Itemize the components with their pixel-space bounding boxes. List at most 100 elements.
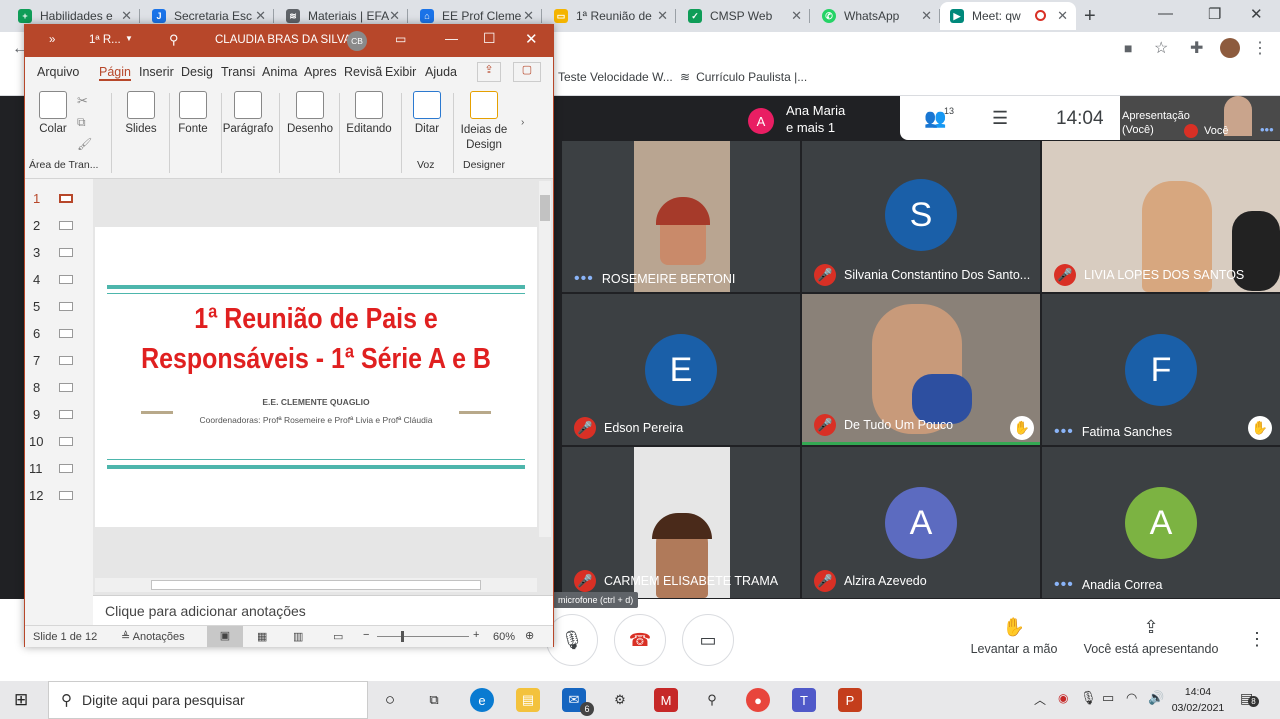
wifi-icon[interactable]: ◠ [1126,690,1137,706]
close-icon[interactable]: ✕ [525,30,538,48]
tray-chevron-icon[interactable]: ︿ [1034,691,1046,708]
more-dots-icon[interactable]: ••• [1260,122,1274,137]
mail-icon[interactable]: ✉ 6 [562,688,594,716]
tab-exibir[interactable]: Exibir [385,65,416,79]
slide-thumb-5[interactable] [59,302,73,311]
more-options-icon[interactable]: ⋮ [1248,629,1266,650]
bookmark-velocidade[interactable]: Teste Velocidade W... [558,70,673,84]
presenting-button[interactable]: ⇪ Você está apresentando [1078,617,1224,656]
notes-toggle[interactable]: ≜ Anotações [121,630,185,643]
edge-icon[interactable]: e [470,688,494,712]
dictate-button[interactable]: Ditar [407,91,447,135]
slideshow-icon[interactable]: ▭ [333,630,343,643]
tab-reuniao[interactable]: ▭ 1ª Reunião de ✕ [544,2,676,30]
tab-design[interactable]: Desig [181,65,213,79]
new-tab-button[interactable]: + [1084,5,1096,28]
participant-tile-de-tudo[interactable]: 🎤 De Tudo Um Pouco ✋ [802,294,1040,445]
close-tab-icon[interactable]: ✕ [121,8,132,24]
reading-view-icon[interactable]: ▥ [293,630,303,643]
paragraph-button[interactable]: Parágrafo [221,91,275,135]
slides-button[interactable]: Slides [121,91,161,135]
close-tab-icon[interactable]: ✕ [523,8,534,24]
ribbon-scroll-right-icon[interactable]: › [521,117,524,128]
star-icon[interactable]: ☆ [1154,38,1168,58]
cortana-icon[interactable]: ○ [378,688,402,712]
slide-thumb-7[interactable] [59,356,73,365]
tab-revisao[interactable]: Revisã [344,65,382,79]
close-window-icon[interactable]: ✕ [1250,5,1263,23]
participant-tile-carmem[interactable]: 🎤 CARMEM ELISABETE TRAMA [562,447,800,598]
teams-icon[interactable]: T [792,688,816,712]
cut-icon[interactable]: ✂ [77,93,88,109]
close-tab-icon[interactable]: ✕ [921,8,932,24]
chrome-icon[interactable]: ● [746,688,770,712]
tab-cmsp[interactable]: ✓ CMSP Web ✕ [678,2,810,30]
normal-view-icon[interactable]: ▣ [207,626,243,647]
zoom-in-icon[interactable]: + [473,629,479,641]
tab-ajuda[interactable]: Ajuda [425,65,457,79]
mcafee-icon[interactable]: M [654,688,678,712]
tab-apresentacao[interactable]: Apres [304,65,337,79]
participant-tile-livia[interactable]: 🎤 LIVIA LOPES DOS SANTOS [1042,141,1280,292]
notes-pane[interactable]: Clique para adicionar anotações [93,595,553,625]
slide-thumb-11[interactable] [59,464,73,473]
file-explorer-icon[interactable]: ▤ [516,688,540,712]
raise-hand-button[interactable]: ✋ Levantar a mão [960,617,1068,656]
design-ideas-button[interactable]: Ideias de Design [457,91,511,153]
horizontal-scrollbar[interactable] [95,578,537,592]
settings-icon[interactable]: ⚙ [608,688,632,712]
ppt-more-icon[interactable]: » [49,34,55,46]
tray-clock[interactable]: 14:04 03/02/2021 [1170,684,1226,716]
font-button[interactable]: Fonte [173,91,213,135]
copy-icon[interactable]: ⧉ [77,115,86,130]
people-chip[interactable]: A Ana Maria e mais 1 [740,98,900,140]
ppt-doc-title[interactable]: 1ª R... [89,34,121,46]
maximize-icon[interactable]: ❐ [1208,5,1221,23]
slide-thumb-10[interactable] [59,437,73,446]
battery-icon[interactable]: ▭ [1102,690,1114,706]
slide-thumb-2[interactable] [59,221,73,230]
bookmark-curriculo[interactable]: ≋ Currículo Paulista |... [680,70,807,84]
comments-icon[interactable]: ▢ [513,62,541,82]
search-icon[interactable]: ⚲ [169,32,179,48]
chat-icon[interactable]: ☰ [992,108,1008,129]
slide-thumb-8[interactable] [59,383,73,392]
drawing-button[interactable]: Desenho [285,91,335,135]
minimize-icon[interactable]: — [1158,5,1173,22]
slide-thumb-3[interactable] [59,248,73,257]
notifications-icon[interactable]: ▤ 8 [1240,690,1259,707]
tab-animacoes[interactable]: Anima [262,65,297,79]
tab-transicoes[interactable]: Transi [221,65,255,79]
slide-thumb-9[interactable] [59,410,73,419]
close-tab-icon[interactable]: ✕ [1057,8,1068,24]
slide-thumb-4[interactable] [59,275,73,284]
minimize-icon[interactable]: — [445,31,458,46]
fit-to-window-icon[interactable]: ⊕ [525,629,534,642]
share-icon[interactable]: ⇪ [477,62,501,82]
close-tab-icon[interactable]: ✕ [791,8,802,24]
tray-mic-icon[interactable]: 🎙 [1080,690,1097,706]
close-tab-icon[interactable]: ✕ [657,8,668,24]
participant-tile-rosemeire[interactable]: ••• ROSEMEIRE BERTONI [562,141,800,292]
participant-tile-fatima[interactable]: F ••• Fatima Sanches ✋ [1042,294,1280,445]
close-tab-icon[interactable]: ✕ [255,8,266,24]
slide-sorter-icon[interactable]: ▦ [257,630,267,643]
chevron-down-icon[interactable]: ▼ [125,34,133,43]
slide-thumb-12[interactable] [59,491,73,500]
close-tab-icon[interactable]: ✕ [389,8,400,24]
profile-avatar[interactable] [1220,38,1240,58]
participant-tile-edson[interactable]: E 🎤 Edson Pereira [562,294,800,445]
paste-button[interactable]: Colar [33,91,73,135]
tray-app-icon[interactable]: ◉ [1058,691,1068,705]
slide-thumb-6[interactable] [59,329,73,338]
slide-thumb-1[interactable] [59,194,73,203]
ribbon-display-icon[interactable]: ▭ [395,32,406,46]
zoom-slider[interactable] [377,631,469,642]
vertical-scrollbar[interactable] [539,181,551,537]
tab-inserir[interactable]: Inserir [139,65,174,79]
zoom-out-icon[interactable]: − [363,629,369,641]
task-view-icon[interactable]: ⧉ [422,688,446,712]
menu-icon[interactable]: ⋮ [1252,38,1268,58]
volume-icon[interactable]: 🔊 [1148,690,1164,706]
tab-pagina-inicial[interactable]: Págin [99,65,131,81]
